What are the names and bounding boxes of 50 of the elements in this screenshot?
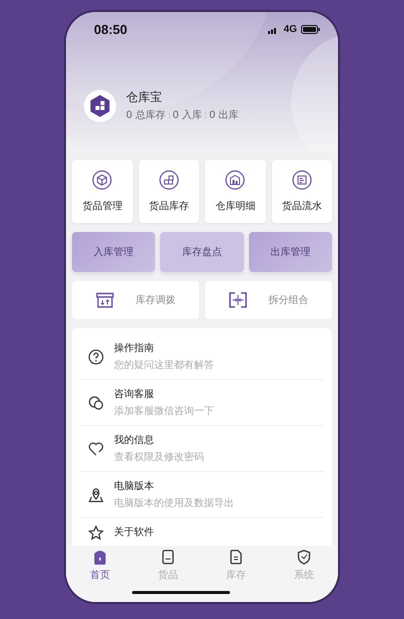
- tab[interactable]: 首页: [66, 549, 134, 582]
- tool-button[interactable]: 库存调拨: [72, 281, 199, 319]
- menu-subtitle: 查看权限及修改密码: [114, 450, 204, 464]
- shield-icon: [297, 549, 311, 565]
- menu-subtitle: 添加客服微信咨询一下: [114, 404, 214, 418]
- app-name: 仓库宝: [126, 89, 163, 106]
- menu-title: 操作指南: [114, 342, 155, 355]
- action-button[interactable]: 入库管理: [72, 232, 156, 272]
- shortcut-label: 货品流水: [282, 200, 322, 213]
- app-logo: [84, 90, 116, 122]
- shortcut-label: 货品库存: [148, 200, 189, 213]
- map-pin-icon: [88, 486, 104, 502]
- lock-icon: [93, 549, 107, 565]
- stat-text: 0 入库: [172, 108, 202, 122]
- shortcut-card[interactable]: 货品流水: [272, 160, 332, 223]
- network-label: 4G: [284, 24, 297, 35]
- boxes-icon: [158, 170, 179, 190]
- star-icon: [88, 525, 104, 541]
- battery-icon: [301, 25, 320, 34]
- help-icon: [88, 348, 104, 364]
- building-icon: [225, 170, 246, 190]
- action-button[interactable]: 库存盘点: [160, 232, 244, 272]
- menu-title: 关于软件: [114, 526, 154, 539]
- stat-text: 0 总库存: [126, 108, 166, 122]
- menu-subtitle: 您的疑问这里都有解答: [114, 358, 214, 372]
- shortcut-label: 仓库明细: [215, 200, 256, 213]
- menu-item[interactable]: 我的信息 查看权限及修改密码: [80, 426, 324, 472]
- menu-item[interactable]: 操作指南 您的疑问这里都有解答: [80, 334, 324, 380]
- shortcut-card[interactable]: 货品管理: [72, 160, 132, 223]
- chat-icon: [88, 394, 104, 410]
- menu-title: 电脑版本: [114, 480, 155, 493]
- file-icon: [229, 549, 243, 565]
- tool-button[interactable]: 拆分组合: [205, 281, 332, 319]
- shortcut-card[interactable]: 仓库明细: [205, 160, 266, 223]
- shortcut-label: 货品管理: [82, 200, 122, 213]
- box-icon: [92, 170, 112, 190]
- action-button[interactable]: 出库管理: [248, 232, 332, 272]
- crate-icon: [96, 292, 114, 308]
- card-icon: [161, 549, 175, 565]
- signal-icon: [268, 26, 280, 34]
- menu-item[interactable]: 咨询客服 添加客服微信咨询一下: [80, 380, 324, 426]
- document-icon: [292, 170, 312, 190]
- shortcut-card[interactable]: 货品库存: [138, 160, 199, 223]
- split-icon: [228, 292, 246, 308]
- status-time: 08:50: [94, 22, 128, 37]
- menu-title: 我的信息: [114, 434, 155, 447]
- menu-title: 咨询客服: [114, 388, 155, 401]
- menu-item[interactable]: 电脑版本 电脑版本的使用及数据导出: [80, 472, 324, 518]
- menu-subtitle: 电脑版本的使用及数据导出: [114, 496, 234, 510]
- stat-text: 0 出库: [209, 108, 239, 122]
